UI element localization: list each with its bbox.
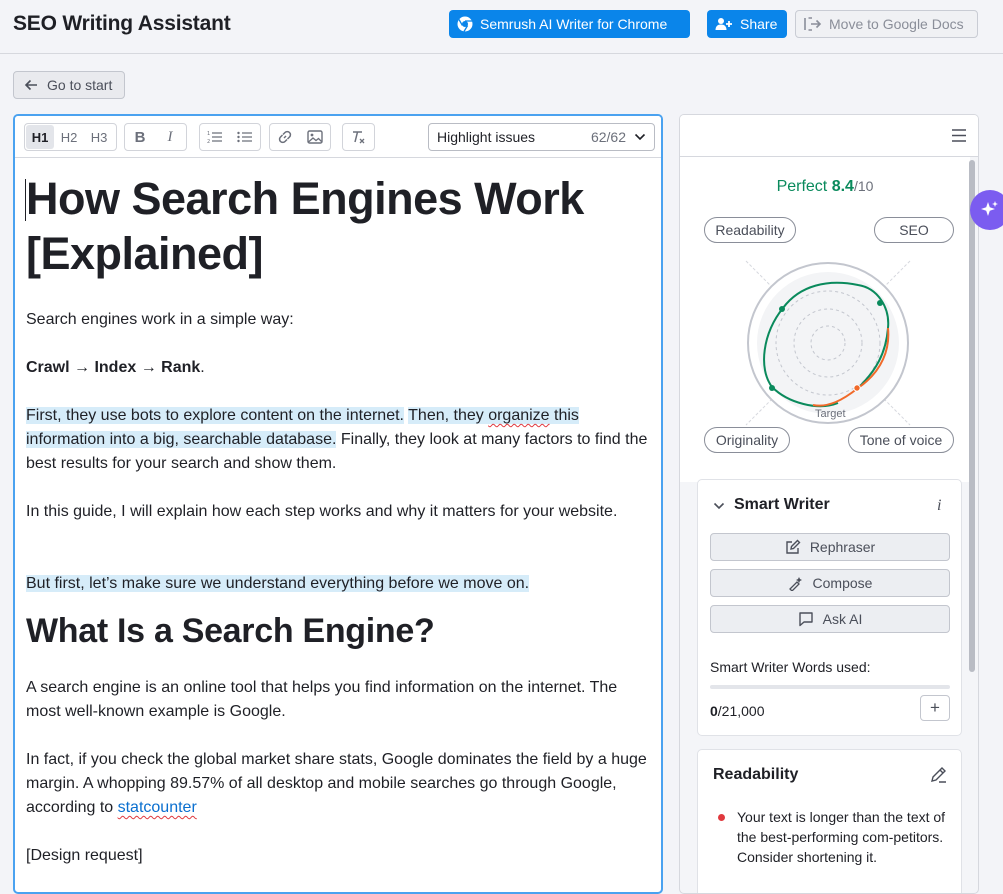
edit-icon[interactable]	[930, 766, 947, 783]
paragraph-design-request: [Design request]	[26, 847, 143, 864]
rephraser-button[interactable]: Rephraser	[710, 533, 950, 561]
image-icon	[307, 130, 323, 144]
go-to-start-button[interactable]: Go to start	[13, 71, 125, 99]
section-heading: What Is a Search Engine?	[26, 612, 435, 650]
paragraph-market-share: In fact, if you check the global market …	[26, 751, 647, 816]
statcounter-link[interactable]: statcounter	[118, 799, 197, 816]
paragraph-steps: Crawl → Index → Rank.	[26, 359, 205, 376]
chrome-extension-button[interactable]: Semrush AI Writer for Chrome	[449, 10, 690, 38]
smart-writer-title: Smart Writer	[734, 496, 830, 513]
text-cursor	[25, 179, 26, 221]
highlight-issues-select[interactable]: Highlight issues 62/62	[428, 123, 655, 151]
seo-pill[interactable]: SEO	[874, 217, 954, 243]
ai-assistant-button[interactable]	[970, 190, 1003, 230]
paragraph-definition: A search engine is an online tool that h…	[26, 679, 618, 720]
words-used-label: Smart Writer Words used:	[710, 659, 871, 675]
clear-formatting-button[interactable]	[343, 124, 373, 150]
chrome-extension-label: Semrush AI Writer for Chrome	[480, 16, 668, 32]
top-bar: SEO Writing Assistant Semrush AI Writer …	[0, 0, 1003, 54]
words-used-value: 0/21,000	[710, 703, 765, 719]
heading-2-button[interactable]: H2	[54, 124, 84, 150]
highlighted-sentence[interactable]: First, they use bots to explore content …	[26, 407, 404, 424]
clear-formatting-icon	[353, 131, 365, 144]
score-radar-chart	[745, 260, 911, 426]
ordered-list-button[interactable]: 12	[200, 124, 230, 150]
rephraser-label: Rephraser	[809, 539, 876, 555]
bullet-list-button[interactable]	[230, 124, 260, 150]
originality-point	[769, 385, 775, 391]
readability-point	[779, 306, 785, 312]
panel-header	[680, 115, 978, 157]
share-button[interactable]: Share	[707, 10, 787, 38]
paragraph-intro: Search engines work in a simple way:	[26, 311, 294, 328]
smart-writer-card: Smart Writer i Rephraser Compose Ask AI …	[697, 479, 962, 736]
export-icon	[804, 17, 822, 31]
svg-text:2: 2	[207, 139, 210, 144]
menu-icon[interactable]	[952, 129, 966, 142]
document-title: How Search Engines Work [Explained]	[25, 173, 584, 279]
link-icon	[278, 130, 292, 144]
bullet-list-icon	[237, 131, 252, 143]
clear-format-group	[342, 123, 375, 151]
seo-point	[877, 300, 883, 306]
text-editor[interactable]: H1 H2 H3 B I 12 Highlight issues 62/62 H…	[13, 114, 663, 894]
chat-icon	[798, 612, 813, 627]
paragraph-overview: First, they use bots to explore content …	[26, 407, 648, 472]
app-title: SEO Writing Assistant	[13, 12, 231, 35]
chevron-down-icon[interactable]	[713, 502, 725, 510]
italic-button[interactable]: I	[155, 124, 185, 150]
list-group: 12	[199, 123, 261, 151]
go-to-start-label: Go to start	[47, 77, 113, 93]
readability-card: Readability Your text is longer than the…	[697, 749, 962, 893]
readability-issue-text: Your text is longer than the text of the…	[737, 809, 946, 865]
compose-label: Compose	[812, 575, 873, 591]
error-indicator	[718, 814, 725, 821]
paragraph-transition: But first, let’s make sure we understand…	[26, 572, 651, 596]
format-group: B I	[124, 123, 187, 151]
add-user-icon	[715, 18, 732, 30]
chevron-down-icon	[634, 133, 646, 141]
paragraph-guide: In this guide, I will explain how each s…	[26, 503, 618, 520]
magic-pen-icon	[788, 577, 802, 591]
move-to-google-docs-label: Move to Google Docs	[829, 16, 964, 32]
arrow-left-icon	[24, 79, 37, 91]
ordered-list-icon: 12	[207, 131, 222, 144]
target-label: Target	[815, 408, 846, 420]
add-words-button[interactable]: +	[920, 695, 950, 721]
insert-group	[269, 123, 331, 151]
highlighted-sentence[interactable]: But first, let’s make sure we understand…	[26, 575, 530, 592]
sparkle-icon	[981, 201, 998, 216]
share-label: Share	[740, 16, 778, 32]
edit-icon	[786, 539, 801, 554]
words-used-progress	[710, 685, 950, 689]
compose-button[interactable]: Compose	[710, 569, 950, 597]
info-icon[interactable]: i	[937, 497, 941, 515]
image-button[interactable]	[300, 124, 330, 150]
move-to-google-docs-button[interactable]: Move to Google Docs	[795, 10, 978, 38]
score-card: Perfect 8.4/10 Readability SEO Originali…	[680, 157, 970, 482]
link-button[interactable]	[270, 124, 300, 150]
panel-scrollbar[interactable]	[969, 160, 975, 672]
svg-text:1: 1	[207, 131, 210, 137]
highlight-issues-label: Highlight issues	[437, 129, 536, 145]
heading-1-button[interactable]: H1	[26, 125, 54, 149]
ask-ai-button[interactable]: Ask AI	[710, 605, 950, 633]
tone-point	[853, 384, 861, 392]
overall-score: Perfect 8.4/10	[776, 178, 874, 195]
editor-toolbar: H1 H2 H3 B I 12 Highlight issues 62/62	[15, 116, 661, 158]
readability-pill[interactable]: Readability	[704, 217, 796, 243]
assistant-panel: Perfect 8.4/10 Readability SEO Originali…	[679, 114, 979, 894]
heading-3-button[interactable]: H3	[84, 124, 114, 150]
highlight-issues-count: 62/62	[590, 129, 626, 145]
bold-button[interactable]: B	[125, 124, 155, 150]
chrome-icon	[457, 16, 473, 32]
ask-ai-label: Ask AI	[822, 611, 863, 627]
spelling-issue[interactable]: organize	[488, 407, 549, 424]
document-body[interactable]: How Search Engines Work [Explained] Sear…	[25, 171, 651, 864]
heading-group: H1 H2 H3	[24, 123, 117, 151]
readability-title: Readability	[713, 766, 799, 783]
